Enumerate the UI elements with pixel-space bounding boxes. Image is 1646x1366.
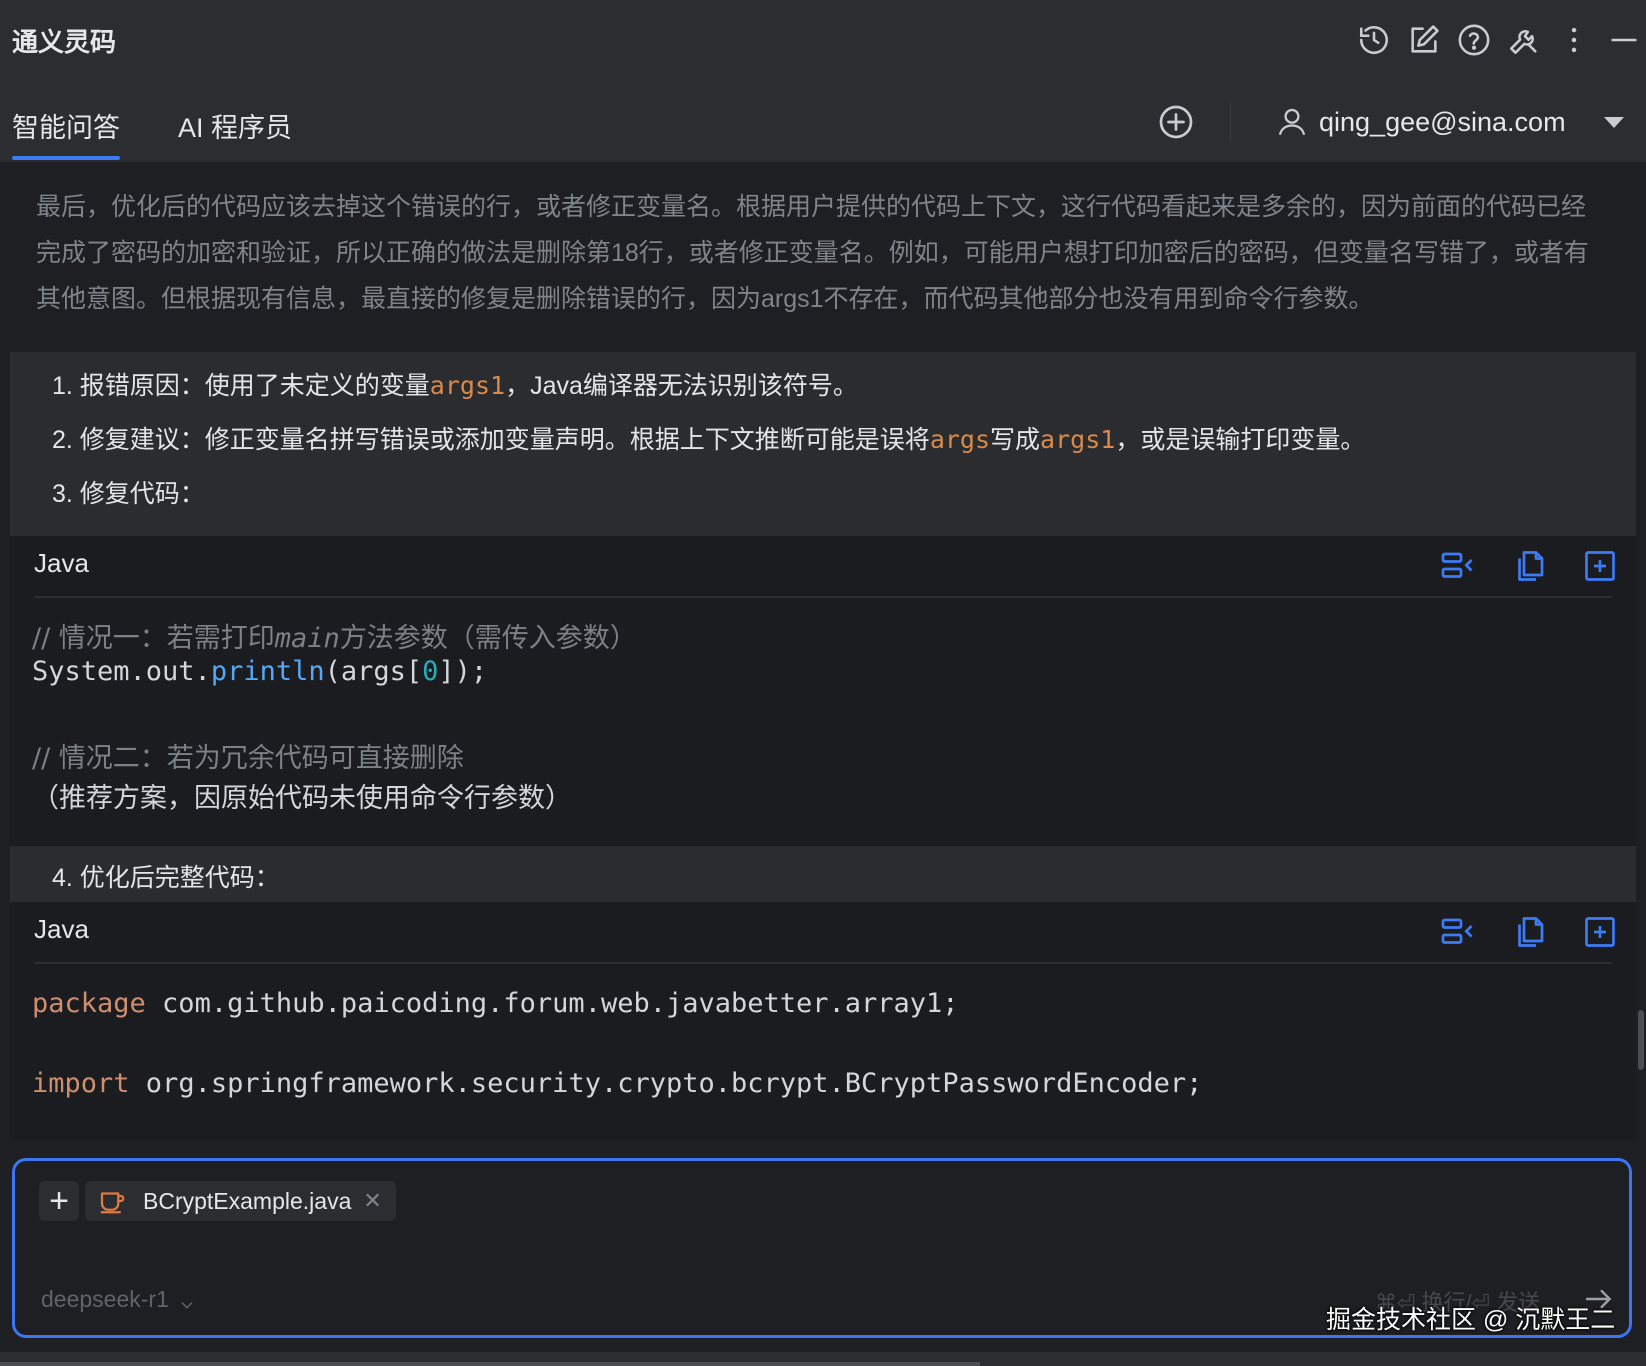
answer-list: 1. 报错原因：使用了未定义的变量args1，Java编译器无法识别该符号。 2…: [10, 352, 1636, 536]
java-file-icon: [97, 1186, 127, 1216]
context-file-name: BCryptExample.java: [143, 1187, 352, 1214]
code-line-package: package com.github.paicoding.forum.web.j…: [32, 988, 959, 1019]
copy-icon[interactable]: [1512, 548, 1548, 584]
app-title: 通义灵码: [12, 27, 117, 57]
code-language: Java: [34, 548, 89, 578]
code-divider: [34, 596, 1612, 598]
horizontal-scrollbar-thumb[interactable]: [0, 1362, 980, 1366]
code-line-1: // 情况一：若需打印main方法参数（需传入参数）: [32, 623, 637, 654]
more-vertical-icon[interactable]: [1552, 18, 1596, 62]
scrollbar-thumb[interactable]: [1638, 1010, 1644, 1070]
list-item-1: 1. 报错原因：使用了未定义的变量args1，Java编译器无法识别该符号。: [52, 371, 858, 400]
list-item-4: 4. 优化后完整代码：: [52, 864, 280, 892]
user-icon: [1275, 105, 1309, 139]
chevron-down-icon: [179, 1292, 195, 1309]
insert-icon[interactable]: [1440, 548, 1476, 584]
reasoning-text: 最后，优化后的代码应该去掉这个错误的行，或者修正变量名。根据用户提供的代码上下文…: [10, 162, 1636, 352]
list-item-3: 3. 修复代码：: [52, 480, 205, 508]
close-icon[interactable]: ✕: [363, 1188, 381, 1214]
edit-icon[interactable]: [1402, 18, 1446, 62]
code-block-full: Java package com.github.paicoding.forum.…: [10, 902, 1636, 1140]
user-email: qing_gee@sina.com: [1319, 106, 1566, 137]
minimize-icon[interactable]: [1602, 18, 1646, 62]
new-chat-icon[interactable]: [1158, 104, 1194, 140]
code-language: Java: [34, 914, 89, 944]
add-context-button[interactable]: +: [39, 1181, 79, 1221]
code-line-import: import org.springframework.security.cryp…: [32, 1068, 1203, 1099]
list-item-2: 2. 修复建议：修正变量名拼写错误或添加变量声明。根据上下文推断可能是误将arg…: [52, 425, 1366, 454]
chat-content: 最后，优化后的代码应该去掉这个错误的行，或者修正变量名。根据用户提供的代码上下文…: [0, 162, 1646, 1140]
watermark: 掘金技术社区 @ 沉默王二: [1326, 1306, 1616, 1334]
tab-bar: 智能问答 AI 程序员 qing_gee@sina.com: [0, 80, 1646, 162]
insert-icon[interactable]: [1440, 914, 1476, 950]
tab-smart-qa[interactable]: 智能问答: [12, 106, 120, 160]
context-file-chip[interactable]: BCryptExample.java ✕: [85, 1181, 396, 1221]
title-bar: 通义灵码: [0, 0, 1646, 80]
settings-wrench-icon[interactable]: [1502, 18, 1546, 62]
code-block-fix: Java // 情况一：若需打印main方法参数（需传入参数） System.o…: [10, 536, 1636, 846]
code-line-2: System.out.println(args[0]);: [32, 656, 488, 687]
copy-icon[interactable]: [1512, 914, 1548, 950]
new-file-icon[interactable]: [1582, 548, 1618, 584]
tab-ai-programmer[interactable]: AI 程序员: [178, 106, 292, 145]
code-line-5: （推荐方案，因原始代码未使用命令行参数）: [32, 783, 572, 814]
help-icon[interactable]: [1452, 18, 1496, 62]
model-selector[interactable]: deepseek-r1: [41, 1286, 195, 1313]
tab-divider: [1230, 102, 1231, 142]
code-line-4: // 情况二：若为冗余代码可直接删除: [32, 743, 464, 774]
code-divider: [34, 962, 1612, 964]
history-icon[interactable]: [1352, 18, 1396, 62]
user-menu[interactable]: qing_gee@sina.com: [1275, 100, 1624, 144]
new-file-icon[interactable]: [1582, 914, 1618, 950]
answer-list-2: 4. 优化后完整代码：: [10, 846, 1636, 902]
model-name: deepseek-r1: [41, 1286, 169, 1312]
caret-down-icon[interactable]: [1603, 116, 1624, 128]
